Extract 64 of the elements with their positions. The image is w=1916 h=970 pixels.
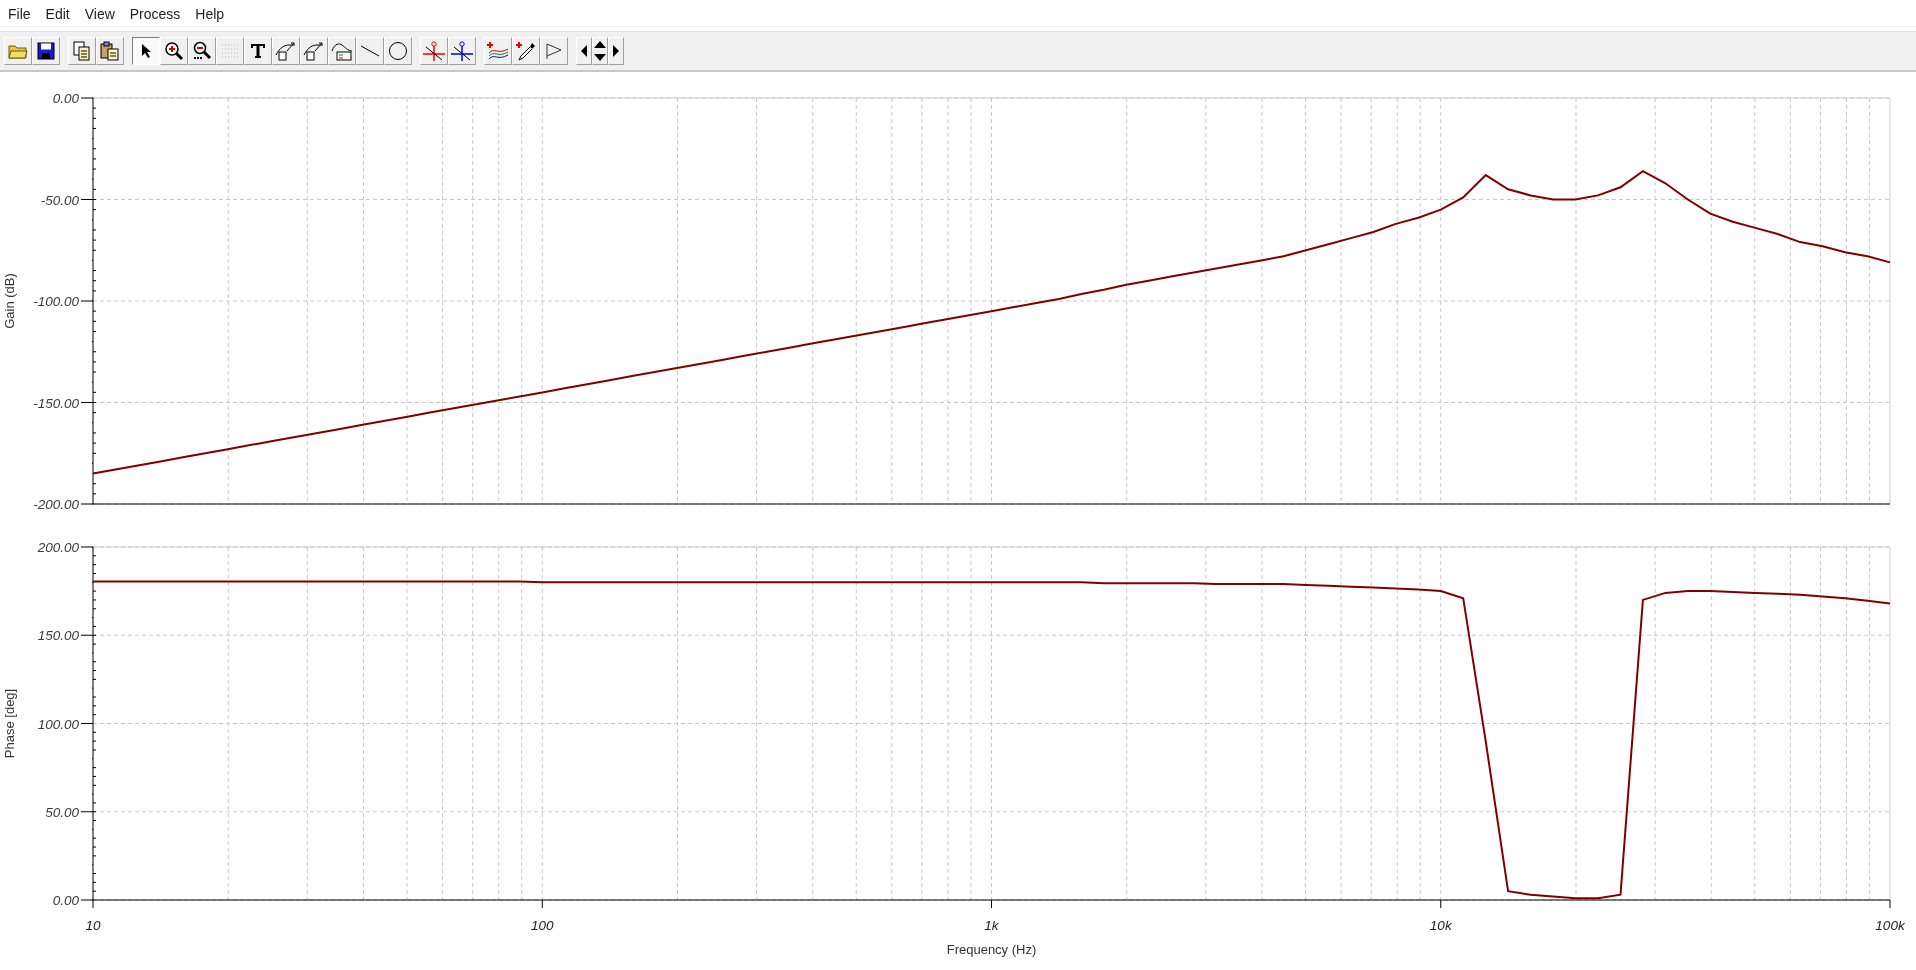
y-tick-label: -150.00 xyxy=(33,395,79,411)
label-button[interactable] xyxy=(272,37,300,65)
x-tick-label: 10 xyxy=(85,918,101,933)
y-tick-label: -200.00 xyxy=(33,497,79,512)
y-tick-label: 200.00 xyxy=(37,540,79,555)
y-axis-title: Phase [deg] xyxy=(2,688,17,759)
nav-updown-button[interactable] xyxy=(592,37,608,65)
x-tick-label: 100 xyxy=(531,918,554,933)
x-tick-label: 10k xyxy=(1429,918,1452,933)
add-curve-button[interactable] xyxy=(484,37,512,65)
curve-label-icon xyxy=(275,41,297,61)
text-button[interactable] xyxy=(244,37,272,65)
zoom-out-icon xyxy=(192,41,212,61)
x-axis-title: Frequency (Hz) xyxy=(946,942,1037,957)
cursor-a-button[interactable] xyxy=(420,37,448,65)
menu-item[interactable]: View xyxy=(78,4,124,22)
curve-query-icon xyxy=(303,41,325,61)
menu-item[interactable]: Process xyxy=(123,4,190,22)
menu-item[interactable]: Help xyxy=(189,4,234,22)
cursor-b-icon xyxy=(450,41,474,61)
zoom-out-button[interactable] xyxy=(188,37,216,65)
nav-right-button[interactable] xyxy=(608,37,624,65)
add-curves-icon xyxy=(486,41,510,61)
left-arrow-icon xyxy=(580,45,588,57)
y-tick-label: 0.00 xyxy=(52,91,79,106)
flag-marker-icon xyxy=(545,42,563,60)
marker-button[interactable] xyxy=(540,37,568,65)
y-tick-label: 0.00 xyxy=(52,893,79,908)
y-axis-title: Gain (dB) xyxy=(2,273,17,329)
y-tick-label: -50.00 xyxy=(40,192,79,208)
text-tool-icon xyxy=(250,43,266,59)
label-query-button[interactable] xyxy=(300,37,328,65)
circle-tool-icon xyxy=(388,41,408,61)
pointer-button[interactable] xyxy=(132,37,160,65)
folder-icon xyxy=(8,42,28,60)
x-tick-label: 100k xyxy=(1875,918,1905,933)
probe-button[interactable] xyxy=(512,37,540,65)
menu-item[interactable]: File xyxy=(2,4,40,22)
copy-button[interactable] xyxy=(68,37,96,65)
y-tick-label: 50.00 xyxy=(45,804,79,820)
y-tick-label: 150.00 xyxy=(37,628,79,644)
legend-icon xyxy=(331,41,353,61)
save-button[interactable] xyxy=(32,37,60,65)
paste-button[interactable] xyxy=(96,37,124,65)
cursor-a-icon xyxy=(422,41,446,61)
line-tool-icon xyxy=(360,44,380,58)
zoom-in-icon xyxy=(164,41,184,61)
cursor-b-button[interactable] xyxy=(448,37,476,65)
copy-icon xyxy=(73,41,91,61)
y-tick-label: 100.00 xyxy=(37,716,79,732)
zoom-in-button[interactable] xyxy=(160,37,188,65)
grid-icon xyxy=(221,43,239,59)
right-arrow-icon xyxy=(612,45,620,57)
x-tick-label: 1k xyxy=(984,918,999,933)
up-down-arrows-icon xyxy=(593,40,607,62)
paste-icon xyxy=(100,41,120,61)
menu-item[interactable]: Edit xyxy=(39,4,79,22)
open-button[interactable] xyxy=(4,37,32,65)
nav-left-button[interactable] xyxy=(576,37,592,65)
line-button[interactable] xyxy=(356,37,384,65)
pointer-icon xyxy=(140,43,152,59)
legend-button[interactable] xyxy=(328,37,356,65)
y-tick-label: -100.00 xyxy=(33,294,79,309)
circle-button[interactable] xyxy=(384,37,412,65)
